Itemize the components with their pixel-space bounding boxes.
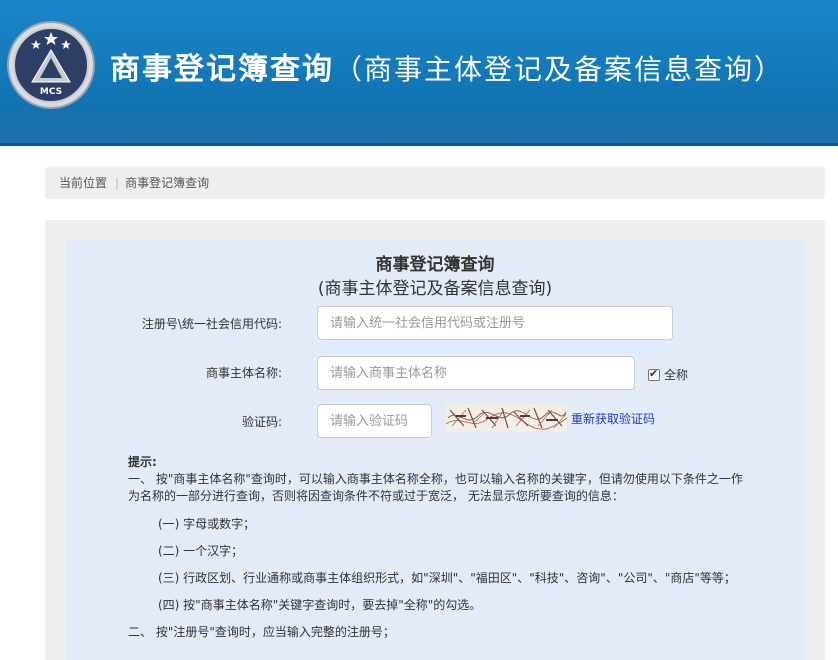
breadcrumb: 当前位置 | 商事登记簿查询 xyxy=(45,167,825,199)
breadcrumb-current[interactable]: 商事登记簿查询 xyxy=(125,176,209,190)
site-title-main: 商事登记簿查询 xyxy=(110,52,334,87)
captcha-input[interactable] xyxy=(317,404,432,438)
tip-item-2: 二、 按"注册号"查询时，应当输入完整的注册号； xyxy=(128,625,395,639)
company-name-label: 商事主体名称: xyxy=(205,366,282,380)
tip-sub-2: (二) 一个汉字； xyxy=(158,544,244,558)
tips-section: 提示: 一、 按"商事主体名称"查询时，可以输入商事主体名称全称，也可以输入名称… xyxy=(128,454,748,505)
tip-sub-3: (三) 行政区划、行业通称或商事主体组织形式，如"深圳"、"福田区"、"科技"、… xyxy=(158,571,736,585)
tip-sub-1: (一) 字母或数字； xyxy=(158,517,256,531)
breadcrumb-separator: | xyxy=(115,176,120,190)
fullname-checkbox-wrap[interactable]: 全称 xyxy=(648,366,688,383)
fullname-checkbox-label: 全称 xyxy=(664,368,689,382)
reg-no-input[interactable] xyxy=(317,306,673,340)
breadcrumb-label: 当前位置 xyxy=(59,176,108,190)
site-title-sub: （商事主体登记及备案信息查询） xyxy=(334,53,785,86)
fullname-checkbox[interactable] xyxy=(648,367,660,381)
site-title: 商事登记簿查询（商事主体登记及备案信息查询） xyxy=(110,44,784,88)
tips-title: 提示: xyxy=(128,455,157,469)
mcs-emblem-logo: MCS xyxy=(7,21,95,109)
logo-text: MCS xyxy=(40,87,62,97)
company-name-input[interactable] xyxy=(317,356,635,390)
form-title: 商事登记簿查询 xyxy=(375,255,495,275)
tip-sub-4: (四) 按"商事主体名称"关键字查询时，要去掉"全称"的勾选。 xyxy=(158,598,482,612)
site-header: MCS 商事登记簿查询（商事主体登记及备案信息查询） xyxy=(0,0,838,146)
form-subtitle: (商事主体登记及备案信息查询) xyxy=(317,279,553,299)
reg-no-label: 注册号\统一社会信用代码: xyxy=(141,317,282,331)
tip-item-1: 一、 按"商事主体名称"查询时，可以输入商事主体名称全称，也可以输入名称的关键字… xyxy=(128,472,743,503)
refresh-captcha-link[interactable]: 重新获取验证码 xyxy=(571,410,655,427)
captcha-label: 验证码: xyxy=(241,415,282,429)
captcha-image[interactable] xyxy=(446,404,567,432)
